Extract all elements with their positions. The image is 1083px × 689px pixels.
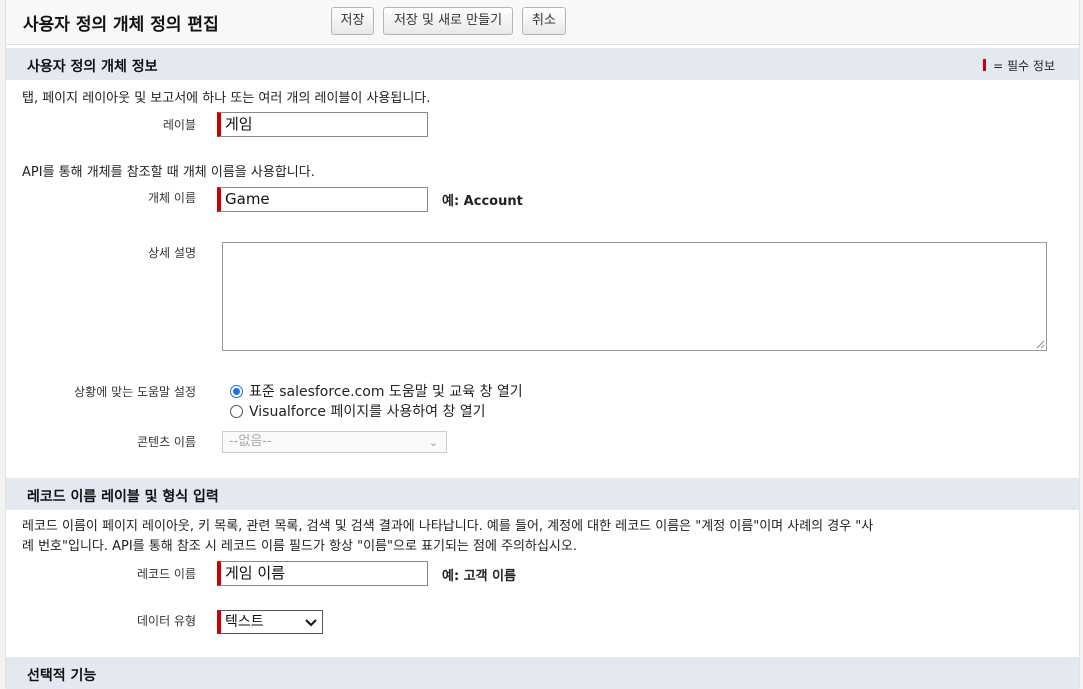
label-description: 탭, 페이지 레이아웃 및 보고서에 하나 또는 여러 개의 레이블이 사용됩니… bbox=[22, 91, 431, 106]
section-header-object-info: 사용자 정의 개체 정보 = 필수 정보 bbox=[6, 48, 1079, 80]
record-name-input[interactable]: 게임 이름 bbox=[217, 561, 428, 586]
description-label: 상세 설명 bbox=[148, 246, 196, 260]
page-header: 사용자 정의 개체 정의 편집 저장 저장 및 새로 만들기 취소 bbox=[6, 0, 1079, 45]
chevron-down-icon bbox=[305, 619, 317, 627]
section-title: 선택적 기능 bbox=[27, 668, 97, 684]
record-description-line2: 례 번호"입니다. API를 통해 참조 시 레코드 이름 필드가 항상 "이름… bbox=[22, 539, 577, 554]
section-header-record-name: 레코드 이름 레이블 및 형식 입력 bbox=[6, 478, 1079, 510]
object-name-input[interactable]: Game bbox=[217, 187, 428, 212]
section-header-optional: 선택적 기능 bbox=[6, 657, 1079, 689]
section-title: 사용자 정의 개체 정보 bbox=[27, 59, 158, 75]
data-type-label: 데이터 유형 bbox=[136, 614, 196, 628]
record-description-line1: 레코드 이름이 페이지 레이아웃, 키 목록, 관련 목록, 검색 및 검색 결… bbox=[22, 519, 874, 534]
record-name-example: 예: 고객 이름 bbox=[442, 569, 517, 584]
resize-grip-icon[interactable] bbox=[1036, 340, 1045, 349]
required-legend: = 필수 정보 bbox=[983, 57, 1055, 74]
page-title: 사용자 정의 개체 정의 편집 bbox=[23, 15, 219, 35]
cancel-button[interactable]: 취소 bbox=[522, 7, 566, 35]
description-textarea[interactable] bbox=[222, 242, 1047, 351]
page: 사용자 정의 개체 정의 편집 저장 저장 및 새로 만들기 취소 사용자 정의… bbox=[5, 0, 1080, 689]
section-title: 레코드 이름 레이블 및 형식 입력 bbox=[27, 489, 219, 505]
help-option-visualforce[interactable]: Visualforce 페이지를 사용하여 창 열기 bbox=[230, 402, 486, 422]
radio-selected-icon[interactable] bbox=[230, 385, 243, 398]
label-input[interactable]: 게임 bbox=[217, 112, 428, 137]
radio-unselected-icon[interactable] bbox=[230, 405, 243, 418]
save-button[interactable]: 저장 bbox=[331, 7, 374, 35]
help-setting-label: 상황에 맞는 도움말 설정 bbox=[74, 385, 196, 399]
save-and-new-button[interactable]: 저장 및 새로 만들기 bbox=[383, 7, 513, 35]
record-name-label: 레코드 이름 bbox=[136, 567, 196, 581]
required-marker-icon bbox=[983, 59, 987, 71]
content-name-label: 콘텐츠 이름 bbox=[136, 435, 196, 449]
object-name-example: 예: Account bbox=[442, 194, 523, 209]
label-field-label: 레이블 bbox=[162, 118, 196, 132]
object-name-label: 개체 이름 bbox=[148, 191, 196, 205]
data-type-select[interactable]: 텍스트 bbox=[217, 610, 323, 634]
api-description: API를 통해 개체를 참조할 때 개체 이름을 사용합니다. bbox=[22, 165, 315, 180]
help-option-standard[interactable]: 표준 salesforce.com 도움말 및 교육 창 열기 bbox=[230, 382, 523, 402]
content-name-select: --없음-- ⌄ bbox=[222, 431, 447, 453]
chevron-down-icon: ⌄ bbox=[428, 436, 438, 449]
